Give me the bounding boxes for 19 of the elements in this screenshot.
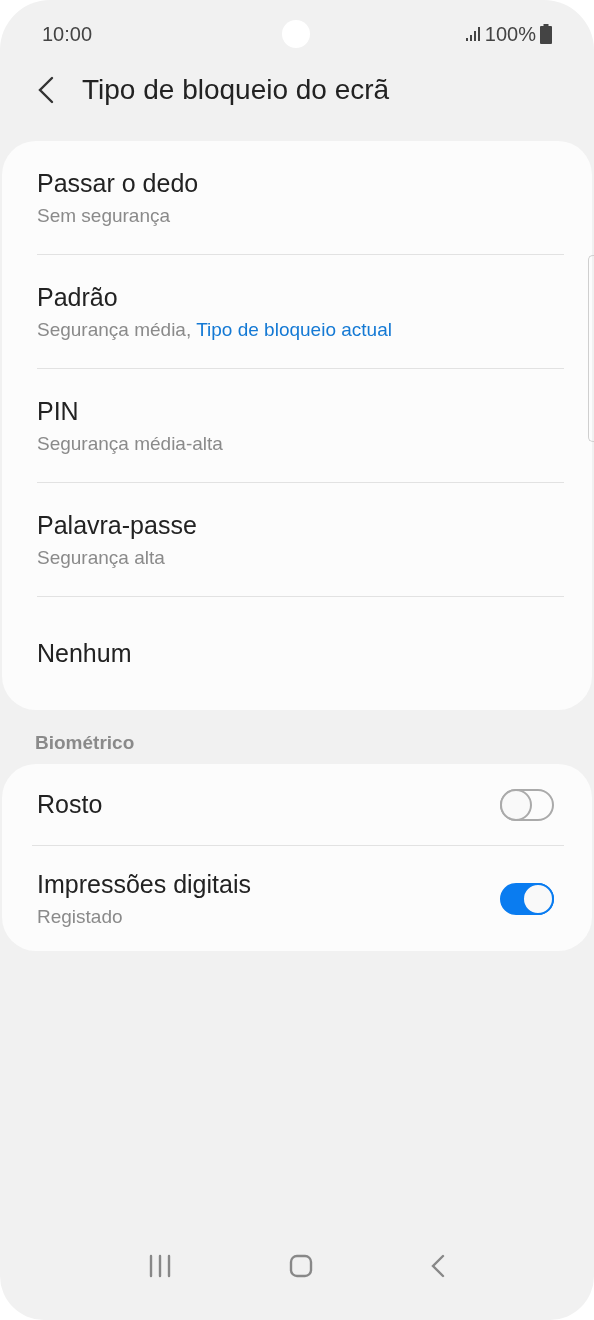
battery-icon <box>540 24 552 44</box>
clock-time: 10:00 <box>42 22 93 46</box>
back-nav-icon[interactable] <box>429 1254 446 1278</box>
biometric-option[interactable]: Rosto <box>2 764 592 845</box>
home-icon[interactable] <box>289 1254 313 1278</box>
lock-type-option[interactable]: Palavra-passe Segurança alta <box>2 483 592 596</box>
toggle-switch[interactable] <box>500 788 554 821</box>
page-title: Tipo de bloqueio do ecrã <box>82 74 390 106</box>
back-icon[interactable] <box>36 76 56 104</box>
lock-type-option[interactable]: Padrão Segurança média, Tipo de bloqueio actual <box>2 255 592 368</box>
battery-percent: 100% <box>484 22 536 46</box>
lock-type-option[interactable]: Nenhum <box>2 597 592 710</box>
toggle-switch[interactable] <box>500 882 554 915</box>
lock-type-option[interactable]: PIN Segurança média-alta <box>2 369 592 482</box>
biometric-option[interactable]: Impressões digitais Registado <box>2 846 592 951</box>
lock-type-option[interactable]: Passar o dedo Sem segurança <box>2 141 592 254</box>
recent-apps-icon[interactable] <box>148 1254 173 1278</box>
signal-icon <box>464 26 481 42</box>
section-heading: Biométrico <box>34 731 136 755</box>
